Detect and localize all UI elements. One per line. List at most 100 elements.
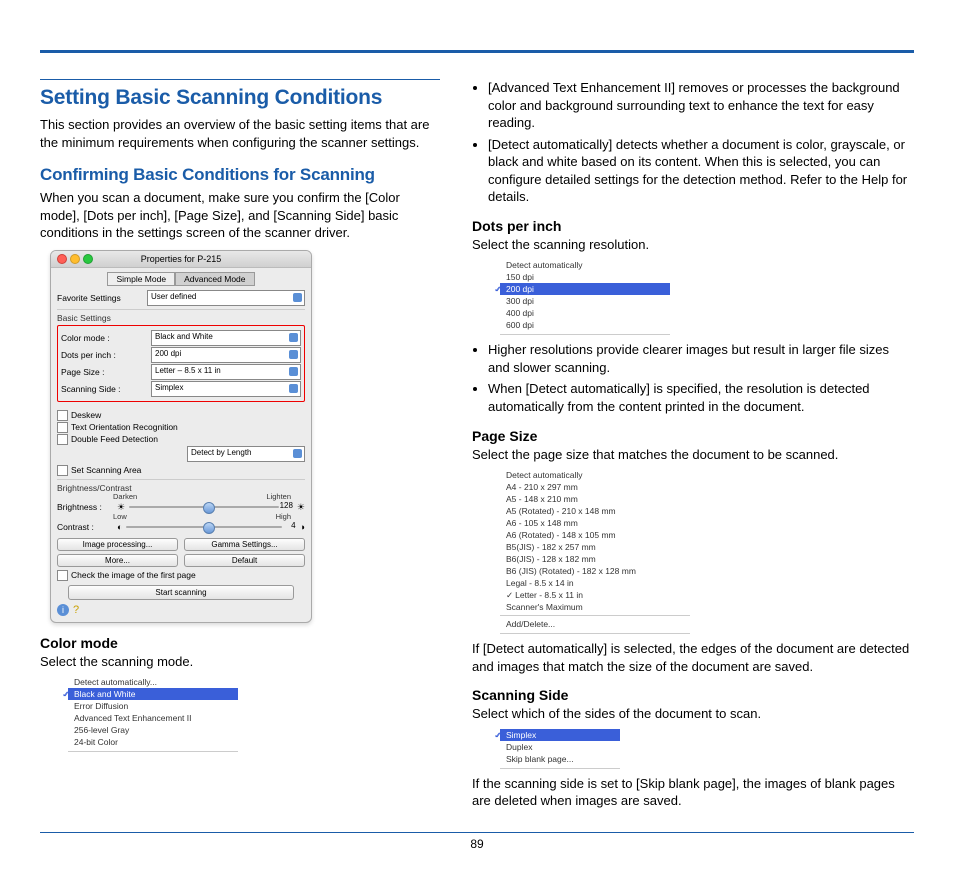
list-item[interactable]: 256-level Gray — [68, 724, 238, 736]
image-processing-button[interactable]: Image processing... — [57, 538, 178, 551]
scanning-side-select[interactable]: Simplex — [151, 381, 301, 397]
list-item[interactable]: Skip blank page... — [500, 753, 620, 765]
deskew-label: Deskew — [71, 410, 101, 420]
list-item[interactable]: Detect automatically — [500, 259, 670, 271]
list-item[interactable]: B6(JIS) - 128 x 182 mm — [500, 553, 690, 565]
contrast-value: 4 — [291, 521, 295, 530]
dpi-dropdown: Detect automatically 150 dpi 200 dpi 300… — [500, 259, 670, 335]
list-item[interactable]: Error Diffusion — [68, 700, 238, 712]
subsection-heading: Confirming Basic Conditions for Scanning — [40, 165, 440, 185]
page-size-label: Page Size : — [61, 367, 151, 377]
list-item[interactable]: 200 dpi — [500, 283, 670, 295]
close-icon[interactable] — [57, 254, 67, 264]
page-size-after: If [Detect automatically] is selected, t… — [472, 640, 914, 675]
list-item[interactable]: Black and White — [68, 688, 238, 700]
dpi-notes: Higher resolutions provide clearer image… — [472, 341, 914, 415]
high-label: High — [276, 512, 291, 521]
list-item: [Advanced Text Enhancement II] removes o… — [488, 79, 914, 132]
minimize-icon[interactable] — [70, 254, 80, 264]
set-scanning-area-checkbox[interactable] — [57, 465, 68, 476]
list-item: Higher resolutions provide clearer image… — [488, 341, 914, 376]
default-button[interactable]: Default — [184, 554, 305, 567]
subsection-body: When you scan a document, make sure you … — [40, 189, 440, 242]
deskew-checkbox[interactable] — [57, 410, 68, 421]
lighten-label: Lighten — [266, 492, 291, 501]
more-button[interactable]: More... — [57, 554, 178, 567]
list-item[interactable]: B5(JIS) - 182 x 257 mm — [500, 541, 690, 553]
page-bottom-rule — [40, 832, 914, 833]
brightness-value: 128 — [280, 501, 293, 510]
list-item[interactable]: Advanced Text Enhancement II — [68, 712, 238, 724]
help-icon[interactable]: ? — [73, 604, 79, 616]
list-item[interactable]: 400 dpi — [500, 307, 670, 319]
set-scanning-area-label: Set Scanning Area — [71, 465, 141, 475]
dpi-label: Dots per inch : — [61, 350, 151, 360]
scanner-properties-dialog: Properties for P-215 Simple ModeAdvanced… — [50, 250, 312, 623]
list-item[interactable]: A4 - 210 x 297 mm — [500, 481, 690, 493]
info-icon[interactable]: i — [57, 604, 69, 616]
page-size-heading: Page Size — [472, 428, 914, 444]
scanning-side-label: Scanning Side : — [61, 384, 151, 394]
low-label: Low — [113, 512, 127, 521]
list-item[interactable]: Detect automatically — [500, 469, 690, 481]
tab-advanced-mode[interactable]: Advanced Mode — [175, 272, 254, 286]
dialog-title: Properties for P-215 — [141, 254, 222, 264]
list-item[interactable]: A5 (Rotated) - 210 x 148 mm — [500, 505, 690, 517]
text-orientation-checkbox[interactable] — [57, 422, 68, 433]
brightness-slider[interactable]: 128 — [129, 502, 293, 512]
list-item[interactable]: 600 dpi — [500, 319, 670, 331]
scanning-side-dropdown: Simplex Duplex Skip blank page... — [500, 729, 620, 769]
list-item[interactable]: Legal - 8.5 x 14 in — [500, 577, 690, 589]
double-feed-label: Double Feed Detection — [71, 434, 158, 444]
detect-by-length-select[interactable]: Detect by Length — [187, 446, 305, 462]
scanning-side-after: If the scanning side is set to [Skip bla… — [472, 775, 914, 810]
basic-settings-heading: Basic Settings — [57, 309, 305, 323]
contrast-label: Contrast : — [57, 522, 113, 532]
list-item[interactable]: Duplex — [500, 741, 620, 753]
page-top-rule — [40, 50, 914, 53]
list-item[interactable]: Simplex — [500, 729, 620, 741]
check-first-page-checkbox[interactable] — [57, 570, 68, 581]
list-item: When [Detect automatically] is specified… — [488, 380, 914, 415]
list-item[interactable]: 300 dpi — [500, 295, 670, 307]
dpi-select[interactable]: 200 dpi — [151, 347, 301, 363]
double-feed-checkbox[interactable] — [57, 434, 68, 445]
page-number: 89 — [40, 837, 914, 851]
list-item[interactable]: A5 - 148 x 210 mm — [500, 493, 690, 505]
text-orientation-label: Text Orientation Recognition — [71, 422, 178, 432]
dpi-heading: Dots per inch — [472, 218, 914, 234]
darken-label: Darken — [113, 492, 137, 501]
list-item[interactable]: A6 (Rotated) - 148 x 105 mm — [500, 529, 690, 541]
page-size-body: Select the page size that matches the do… — [472, 446, 914, 464]
color-mode-label: Color mode : — [61, 333, 151, 343]
list-item[interactable]: Scanner's Maximum — [500, 601, 690, 613]
list-item: [Detect automatically] detects whether a… — [488, 136, 914, 206]
check-first-page-label: Check the image of the first page — [71, 570, 196, 580]
zoom-icon[interactable] — [83, 254, 93, 264]
tab-simple-mode[interactable]: Simple Mode — [107, 272, 175, 286]
list-item[interactable]: Detect automatically... — [68, 676, 238, 688]
list-item[interactable]: 150 dpi — [500, 271, 670, 283]
color-mode-dropdown: Detect automatically... Black and White … — [68, 676, 238, 752]
list-item[interactable]: 24-bit Color — [68, 736, 238, 748]
dpi-body: Select the scanning resolution. — [472, 236, 914, 254]
color-mode-heading: Color mode — [40, 635, 440, 651]
contrast-slider[interactable]: 4 — [126, 522, 295, 532]
favorite-settings-select[interactable]: User defined — [147, 290, 305, 306]
color-mode-notes: [Advanced Text Enhancement II] removes o… — [472, 79, 914, 206]
dialog-titlebar: Properties for P-215 — [51, 251, 311, 268]
brightness-label: Brightness : — [57, 502, 113, 512]
page-size-select[interactable]: Letter – 8.5 x 11 in — [151, 364, 301, 380]
add-delete-item[interactable]: Add/Delete... — [500, 618, 690, 630]
brightness-contrast-heading: Brightness/Contrast — [57, 479, 305, 493]
color-mode-body: Select the scanning mode. — [40, 653, 440, 671]
list-item[interactable]: B6 (JIS) (Rotated) - 182 x 128 mm — [500, 565, 690, 577]
list-item[interactable]: A6 - 105 x 148 mm — [500, 517, 690, 529]
start-scanning-button[interactable]: Start scanning — [68, 585, 293, 600]
scanning-side-heading: Scanning Side — [472, 687, 914, 703]
page-size-dropdown: Detect automatically A4 - 210 x 297 mm A… — [500, 469, 690, 634]
section-heading: Setting Basic Scanning Conditions — [40, 79, 440, 110]
gamma-settings-button[interactable]: Gamma Settings... — [184, 538, 305, 551]
color-mode-select[interactable]: Black and White — [151, 330, 301, 346]
list-item[interactable]: Letter - 8.5 x 11 in — [500, 589, 690, 601]
